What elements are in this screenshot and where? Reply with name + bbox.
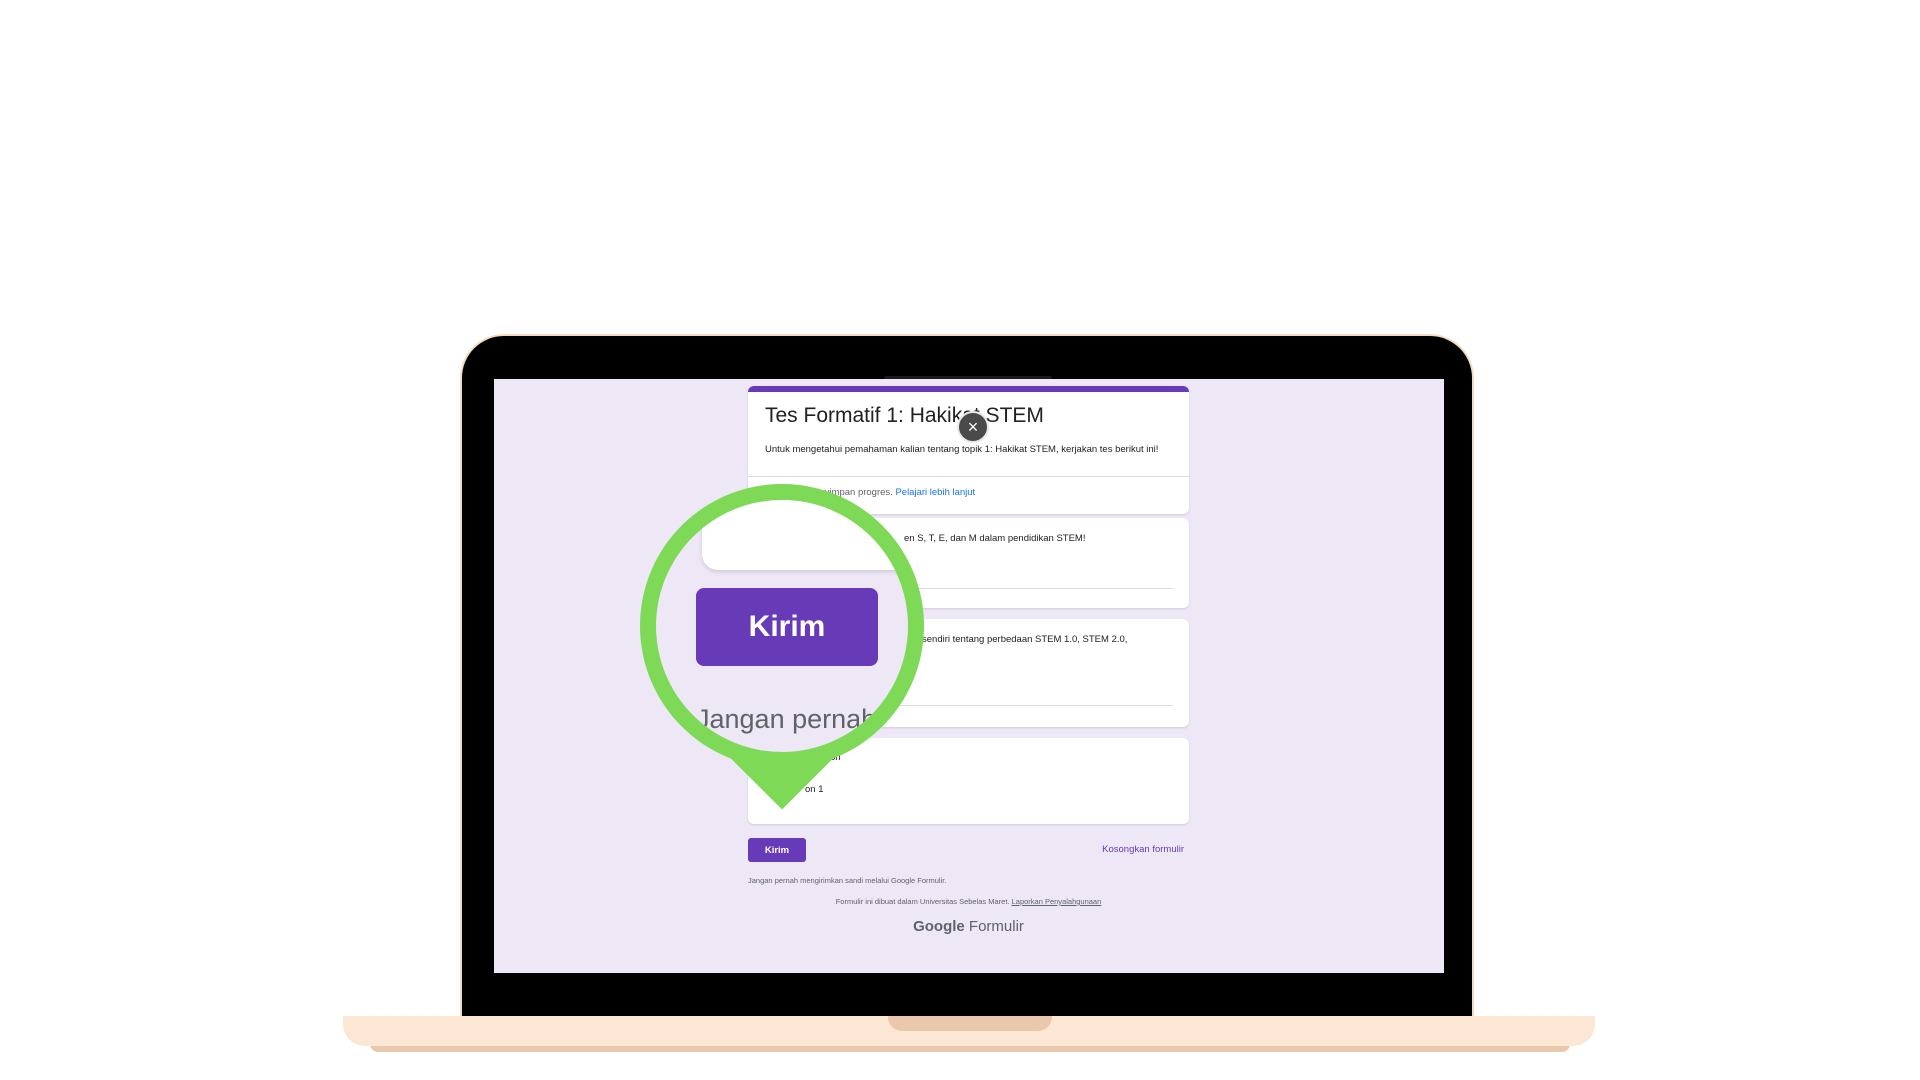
clear-form-link[interactable]: Kosongkan formulir [1102, 844, 1184, 855]
question-text: en S, T, E, dan M dalam pendidikan STEM! [904, 533, 1086, 544]
question-text: sendiri tentang perbedaan STEM 1.0, STEM… [922, 634, 1128, 645]
submit-button[interactable]: Kirim [748, 838, 806, 862]
magnifier-callout: Kirim Jangan pernah [640, 484, 924, 826]
password-warning: Jangan pernah mengirimkan sandi melalui … [748, 876, 947, 885]
screen: Tes Formatif 1: Hakikat STEM Untuk menge… [494, 379, 1444, 973]
close-icon[interactable]: × [957, 411, 989, 443]
magnified-warning-text: Jangan pernah [696, 704, 877, 734]
brand-product: Formulir [968, 918, 1024, 935]
magnified-submit-button: Kirim [696, 588, 878, 666]
brand-google: Google [913, 918, 965, 935]
magnified-card-edge [702, 500, 908, 570]
footer-note: Formulir ini dibuat dalam Universitas Se… [748, 897, 1189, 906]
magnified-view: Kirim Jangan pernah [656, 500, 908, 752]
header-divider [748, 476, 1189, 477]
footer-text: Formulir ini dibuat dalam Universitas Se… [835, 897, 1012, 906]
report-abuse-link[interactable]: Laporkan Penyalahgunaan [1012, 897, 1102, 906]
laptop-groove [888, 1016, 1052, 1031]
google-forms-logo[interactable]: Google Formulir [748, 918, 1189, 935]
form-title: Tes Formatif 1: Hakikat STEM [765, 404, 1044, 427]
form-description: Untuk mengetahui pemahaman kalian tentan… [765, 444, 1159, 455]
